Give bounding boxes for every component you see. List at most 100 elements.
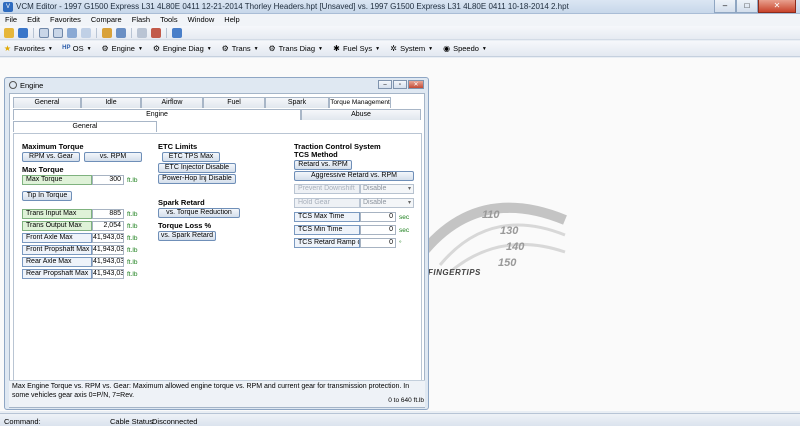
dropdown-arrow-icon: ▼ <box>206 45 212 52</box>
rear-propshaft-max-label[interactable]: Rear Propshaft Max <box>22 269 92 279</box>
aggressive-retard-vs-rpm-button[interactable]: Aggressive Retard vs. RPM <box>294 171 414 181</box>
rear-propshaft-max-row: Rear Propshaft Max 41,943,039 ft.lb <box>22 269 137 279</box>
trans-input-max-row: Trans Input Max 885 ft.lb <box>22 209 137 219</box>
trans-diag-icon: ⚙ <box>268 44 276 53</box>
system-icon: ✲ <box>390 44 397 53</box>
copy-icon[interactable] <box>53 27 63 38</box>
tcs-retard-ramp-out-unit: ° <box>399 239 402 247</box>
print-icon[interactable] <box>81 27 91 38</box>
write-vehicle-icon[interactable] <box>151 27 161 38</box>
tcs-min-time-value[interactable]: 0 <box>360 225 396 235</box>
toolbar-favorites[interactable]: ★ Favorites ▼ <box>3 44 53 53</box>
tab-idle[interactable]: Idle <box>81 97 141 108</box>
menu-window[interactable]: Window <box>183 14 220 26</box>
prevent-downshift-select[interactable]: Disable <box>360 184 414 194</box>
toolbar-separator <box>166 27 167 38</box>
minimize-icon[interactable]: – <box>378 80 392 89</box>
trans-output-max-value[interactable]: 2,054 <box>92 221 124 231</box>
toolbar-label: Fuel Sys <box>342 44 373 53</box>
document-icon[interactable] <box>39 27 49 38</box>
compare-icon[interactable] <box>67 27 77 38</box>
rear-axle-max-value[interactable]: 41,943,039 <box>92 257 124 267</box>
toolbar-label: Speedo <box>453 44 479 53</box>
vs-torque-reduction-button[interactable]: vs. Torque Reduction <box>158 208 240 218</box>
menu-edit[interactable]: Edit <box>22 14 45 26</box>
menu-favorites[interactable]: Favorites <box>45 14 86 26</box>
logo-number: 110 <box>482 209 500 221</box>
max-torque-label[interactable]: Max Torque <box>22 175 92 185</box>
hold-gear-select[interactable]: Disable <box>360 198 414 208</box>
dropdown-arrow-icon: ▼ <box>47 45 53 52</box>
close-icon[interactable]: ✕ <box>408 80 424 89</box>
retard-vs-rpm-button[interactable]: Retard vs. RPM <box>294 160 352 170</box>
trans-output-max-label[interactable]: Trans Output Max <box>22 221 92 231</box>
toolbar-speedo[interactable]: ◉ Speedo ▼ <box>442 44 487 53</box>
front-propshaft-max-label[interactable]: Front Propshaft Max <box>22 245 92 255</box>
rear-propshaft-max-value[interactable]: 41,943,039 <box>92 269 124 279</box>
rpm-vs-gear-button[interactable]: RPM vs. Gear <box>22 152 80 162</box>
menu-help[interactable]: Help <box>219 14 244 26</box>
restore-icon[interactable]: ▫ <box>393 80 407 89</box>
tip-in-torque-button[interactable]: Tip In Torque <box>22 191 72 201</box>
close-icon[interactable]: ✕ <box>758 0 796 13</box>
tab-spark[interactable]: Spark <box>265 97 329 108</box>
rear-axle-max-label[interactable]: Rear Axle Max <box>22 257 92 267</box>
save-icon[interactable] <box>18 27 28 38</box>
tab-general-section[interactable]: General <box>13 121 157 132</box>
window-controls: – □ ✕ <box>714 0 796 13</box>
info-icon[interactable] <box>116 27 126 38</box>
toolbar-system[interactable]: ✲ System ▼ <box>389 44 433 53</box>
open-folder-icon[interactable] <box>4 27 14 38</box>
key-icon[interactable] <box>137 27 147 38</box>
menu-compare[interactable]: Compare <box>86 14 127 26</box>
tab-engine[interactable]: Engine <box>13 109 301 120</box>
front-axle-max-value[interactable]: 41,943,039 <box>92 233 124 243</box>
trans-input-max-value[interactable]: 885 <box>92 209 124 219</box>
flash-icon[interactable] <box>172 27 182 38</box>
engine-window-titlebar[interactable]: Engine – ▫ ✕ <box>5 78 428 92</box>
tab-abuse[interactable]: Abuse <box>301 109 421 120</box>
toolbar-engine[interactable]: ⚙ Engine ▼ <box>101 44 143 53</box>
tcs-retard-ramp-out-value[interactable]: 0 <box>360 238 396 248</box>
toolbar-os[interactable]: HP OS ▼ <box>62 44 92 53</box>
toolbar-fuel-sys[interactable]: ✱ Fuel Sys ▼ <box>332 44 380 53</box>
tcs-max-time-label[interactable]: TCS Max Time <box>294 212 360 222</box>
max-torque-row: Max Torque 300 ft.lb <box>22 175 137 185</box>
menu-tools[interactable]: Tools <box>155 14 183 26</box>
menu-file[interactable]: File <box>0 14 22 26</box>
menu-bar: File Edit Favorites Compare Flash Tools … <box>0 14 800 26</box>
max-torque-value[interactable]: 300 <box>92 175 124 185</box>
tab-torque-management[interactable]: Torque Management <box>329 97 391 108</box>
tcs-retard-ramp-out-row: TCS Retard Ramp out 0 ° <box>294 238 402 248</box>
maximize-icon[interactable]: □ <box>736 0 758 13</box>
vs-rpm-button[interactable]: vs. RPM <box>84 152 142 162</box>
read-vehicle-icon[interactable] <box>102 27 112 38</box>
power-hop-inj-disable-button[interactable]: Power-Hop Inj Disable <box>158 174 236 184</box>
speedo-icon: ◉ <box>443 44 451 53</box>
tab-general[interactable]: General <box>13 97 81 108</box>
etc-tps-max-button[interactable]: ETC TPS Max <box>162 152 220 162</box>
cable-status-value: Disconnected <box>152 417 198 426</box>
vs-spark-retard-button[interactable]: vs. Spark Retard <box>158 231 216 241</box>
tab-airflow[interactable]: Airflow <box>141 97 203 108</box>
toolbar-engine-diag[interactable]: ⚙ Engine Diag ▼ <box>152 44 212 53</box>
front-propshaft-max-value[interactable]: 41,943,039 <box>92 245 124 255</box>
toolbar-trans[interactable]: ⚙ Trans ▼ <box>221 44 259 53</box>
front-axle-max-row: Front Axle Max 41,943,039 ft.lb <box>22 233 137 243</box>
engine-icon: ⚙ <box>101 44 109 53</box>
tcs-method-header: TCS Method <box>294 150 338 159</box>
app-icon: V <box>3 2 13 12</box>
tab-fuel[interactable]: Fuel <box>203 97 265 108</box>
tcs-max-time-value[interactable]: 0 <box>360 212 396 222</box>
front-axle-max-label[interactable]: Front Axle Max <box>22 233 92 243</box>
toolbar-trans-diag[interactable]: ⚙ Trans Diag ▼ <box>268 44 323 53</box>
dropdown-arrow-icon: ▼ <box>86 45 92 52</box>
trans-input-max-label[interactable]: Trans Input Max <box>22 209 92 219</box>
etc-injector-disable-button[interactable]: ETC Injector Disable <box>158 163 236 173</box>
tcs-min-time-row: TCS Min Time 0 sec <box>294 225 409 235</box>
minimize-icon[interactable]: – <box>714 0 736 13</box>
tcs-max-time-row: TCS Max Time 0 sec <box>294 212 409 222</box>
tcs-min-time-label[interactable]: TCS Min Time <box>294 225 360 235</box>
menu-flash[interactable]: Flash <box>127 14 155 26</box>
tcs-retard-ramp-out-label[interactable]: TCS Retard Ramp out <box>294 238 360 248</box>
